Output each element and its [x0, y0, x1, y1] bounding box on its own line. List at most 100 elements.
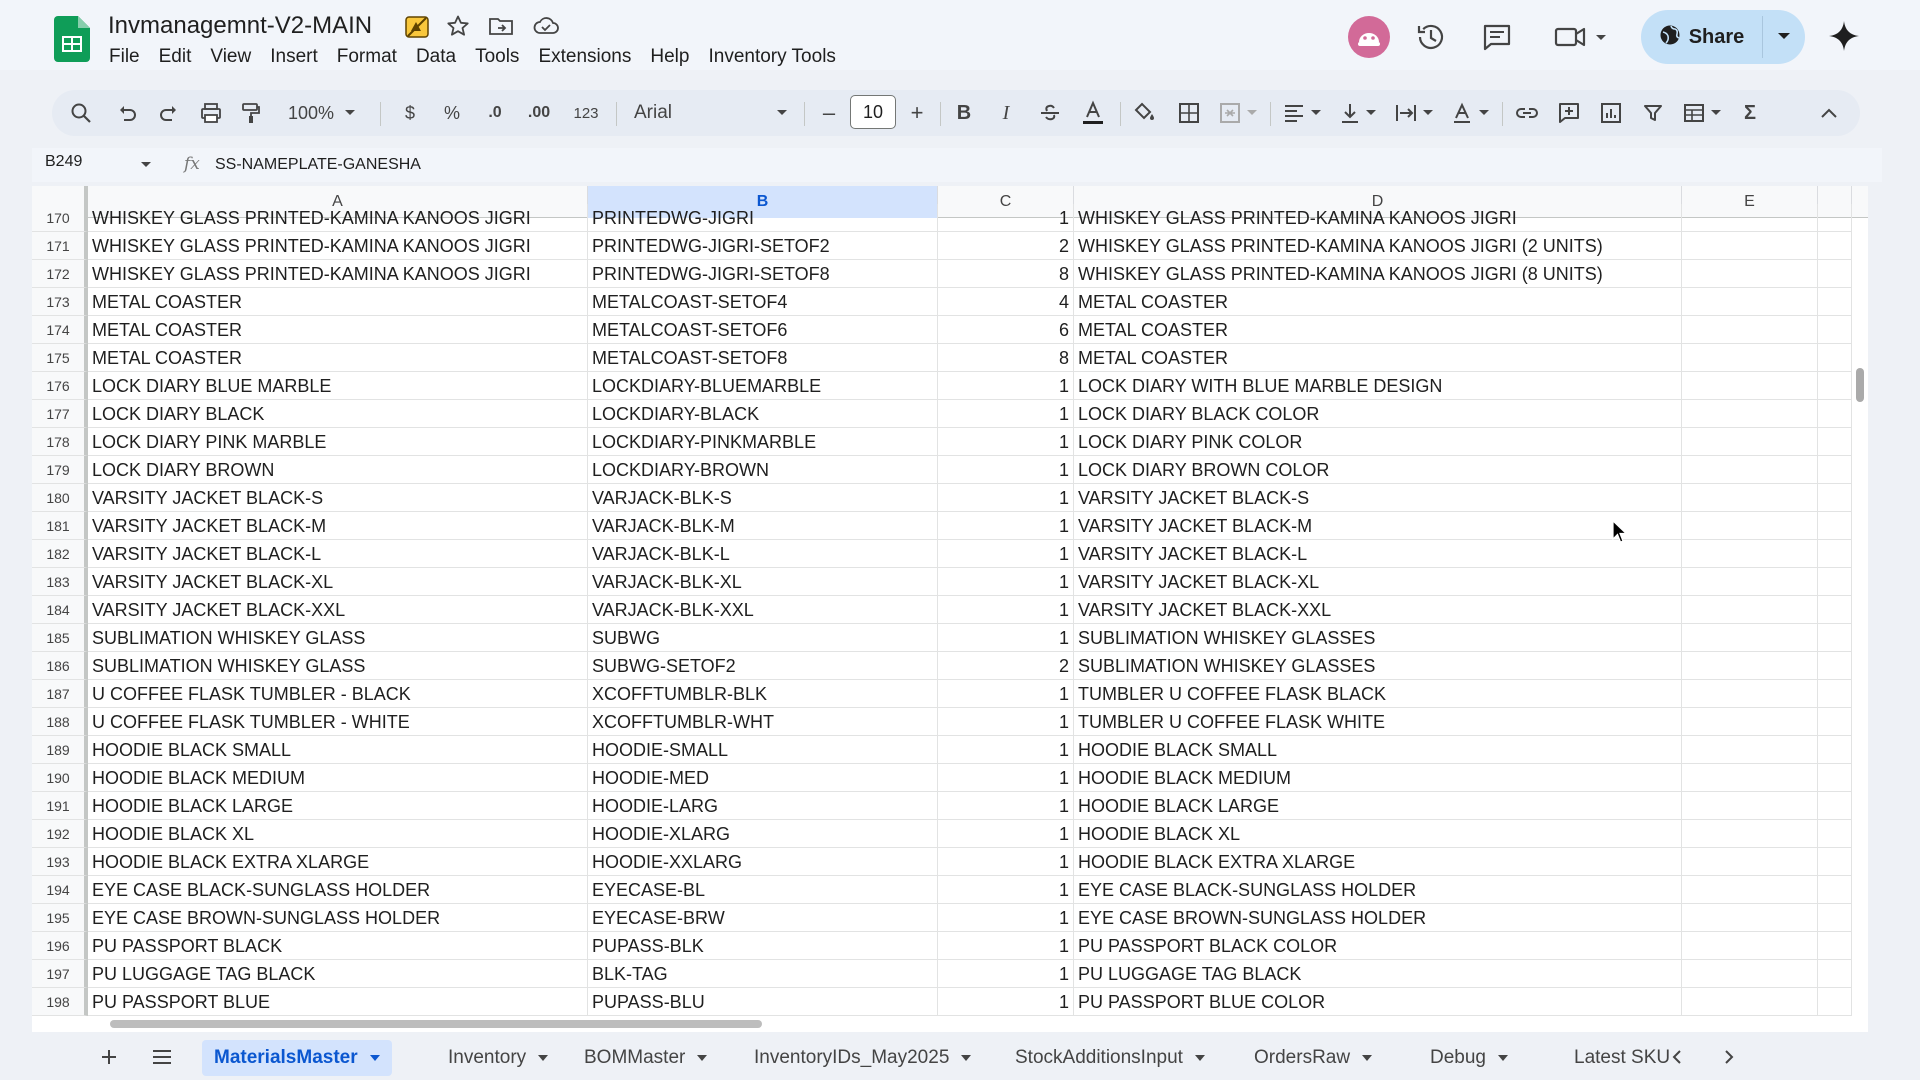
cell-e[interactable]	[1682, 680, 1818, 708]
cell-a[interactable]: PU PASSPORT BLUE	[88, 988, 588, 1016]
cell-e[interactable]	[1682, 792, 1818, 820]
cell-f[interactable]	[1818, 624, 1852, 652]
row-number[interactable]: 180	[32, 484, 88, 512]
cell-e[interactable]	[1682, 260, 1818, 288]
cell-e[interactable]	[1682, 988, 1818, 1016]
cell-e[interactable]	[1682, 848, 1818, 876]
cell-e[interactable]	[1682, 568, 1818, 596]
cell-e[interactable]	[1682, 876, 1818, 904]
horizontal-align-button[interactable]	[1280, 90, 1324, 136]
print-button[interactable]	[196, 90, 226, 136]
cell-b[interactable]: HOODIE-XLARG	[588, 820, 938, 848]
cell-f[interactable]	[1818, 372, 1852, 400]
name-box[interactable]: B249	[45, 153, 82, 171]
cell-f[interactable]	[1818, 316, 1852, 344]
row-number[interactable]: 182	[32, 540, 88, 568]
cell-f[interactable]	[1818, 456, 1852, 484]
cell-b[interactable]: LOCKDIARY-BROWN	[588, 456, 938, 484]
star-icon[interactable]	[446, 14, 472, 40]
cell-d[interactable]: WHISKEY GLASS PRINTED-KAMINA KANOOS JIGR…	[1074, 260, 1682, 288]
chevron-down-icon[interactable]	[369, 1055, 380, 1061]
cell-a[interactable]: LOCK DIARY BROWN	[88, 456, 588, 484]
cell-d[interactable]: PU PASSPORT BLACK COLOR	[1074, 932, 1682, 960]
scroll-tabs-left-button[interactable]	[1662, 1044, 1692, 1074]
cell-e[interactable]	[1682, 904, 1818, 932]
cloud-status-icon[interactable]	[532, 14, 559, 40]
menu-file[interactable]: File	[109, 46, 150, 70]
comments-icon[interactable]	[1480, 20, 1514, 54]
font-size-input[interactable]: 10	[850, 95, 896, 129]
paint-format-button[interactable]	[236, 90, 266, 136]
row-number[interactable]: 184	[32, 596, 88, 624]
cell-f[interactable]	[1818, 400, 1852, 428]
sheet-tab[interactable]: Debug	[1418, 1040, 1520, 1076]
cell-d[interactable]: VARSITY JACKET BLACK-XXL	[1074, 596, 1682, 624]
cell-c[interactable]: 1	[938, 596, 1074, 624]
menu-data[interactable]: Data	[416, 46, 466, 70]
cell-c[interactable]: 1	[938, 876, 1074, 904]
cell-d[interactable]: EYE CASE BLACK-SUNGLASS HOLDER	[1074, 876, 1682, 904]
cell-f[interactable]	[1818, 596, 1852, 624]
cell-c[interactable]: 1	[938, 512, 1074, 540]
row-number[interactable]: 173	[32, 288, 88, 316]
increase-decimal-button[interactable]: .00	[522, 90, 556, 136]
cell-b[interactable]: PRINTEDWG-JIGRI-SETOF2	[588, 232, 938, 260]
cell-f[interactable]	[1818, 708, 1852, 736]
cell-a[interactable]: EYE CASE BLACK-SUNGLASS HOLDER	[88, 876, 588, 904]
cell-c[interactable]: 1	[938, 680, 1074, 708]
cell-f[interactable]	[1818, 792, 1852, 820]
cell-a[interactable]: LOCK DIARY BLUE MARBLE	[88, 372, 588, 400]
horizontal-scrollbar[interactable]	[32, 1016, 1868, 1032]
cell-e[interactable]	[1682, 736, 1818, 764]
cell-b[interactable]: METALCOAST-SETOF4	[588, 288, 938, 316]
fill-color-button[interactable]	[1130, 90, 1160, 136]
row-number[interactable]: 188	[32, 708, 88, 736]
increase-font-size-button[interactable]: +	[904, 90, 930, 136]
text-wrapping-button[interactable]	[1392, 90, 1436, 136]
cell-b[interactable]: HOODIE-SMALL	[588, 736, 938, 764]
menu-insert[interactable]: Insert	[270, 46, 328, 70]
italic-button[interactable]: I	[992, 90, 1020, 136]
cell-c[interactable]: 1	[938, 484, 1074, 512]
menu-inventory-tools[interactable]: Inventory Tools	[708, 46, 845, 70]
menu-view[interactable]: View	[210, 46, 261, 70]
cell-d[interactable]: SUBLIMATION WHISKEY GLASSES	[1074, 624, 1682, 652]
cell-b[interactable]: PUPASS-BLU	[588, 988, 938, 1016]
scroll-tabs-right-button[interactable]	[1714, 1044, 1744, 1074]
cell-f[interactable]	[1818, 932, 1852, 960]
cell-d[interactable]: SUBLIMATION WHISKEY GLASSES	[1074, 652, 1682, 680]
row-number[interactable]: 193	[32, 848, 88, 876]
cell-e[interactable]	[1682, 932, 1818, 960]
cell-d[interactable]: TUMBLER U COFFEE FLASK BLACK	[1074, 680, 1682, 708]
cell-b[interactable]: BLK-TAG	[588, 960, 938, 988]
row-number[interactable]: 192	[32, 820, 88, 848]
menu-format[interactable]: Format	[337, 46, 407, 70]
cell-f[interactable]	[1818, 652, 1852, 680]
cell-c[interactable]: 4	[938, 288, 1074, 316]
row-number[interactable]: 171	[32, 232, 88, 260]
cell-e[interactable]	[1682, 288, 1818, 316]
row-number[interactable]: 191	[32, 792, 88, 820]
cell-e[interactable]	[1682, 316, 1818, 344]
cell-b[interactable]: XCOFFTUMBLR-BLK	[588, 680, 938, 708]
decrease-font-size-button[interactable]: –	[816, 90, 842, 136]
cell-a[interactable]: WHISKEY GLASS PRINTED-KAMINA KANOOS JIGR…	[88, 260, 588, 288]
cell-f[interactable]	[1818, 540, 1852, 568]
cell-b[interactable]: LOCKDIARY-PINKMARBLE	[588, 428, 938, 456]
cell-a[interactable]: U COFFEE FLASK TUMBLER - BLACK	[88, 680, 588, 708]
cell-b[interactable]: LOCKDIARY-BLUEMARBLE	[588, 372, 938, 400]
format-percent-button[interactable]: %	[438, 90, 466, 136]
cell-d[interactable]: LOCK DIARY PINK COLOR	[1074, 428, 1682, 456]
cell-a[interactable]: METAL COASTER	[88, 316, 588, 344]
cell-d[interactable]: METAL COASTER	[1074, 288, 1682, 316]
cell-a[interactable]: PU PASSPORT BLACK	[88, 932, 588, 960]
share-button[interactable]: Share	[1641, 10, 1762, 64]
cell-a[interactable]: METAL COASTER	[88, 288, 588, 316]
cell-e[interactable]	[1682, 764, 1818, 792]
cell-c[interactable]: 1	[938, 736, 1074, 764]
menu-tools[interactable]: Tools	[475, 46, 529, 70]
cell-a[interactable]: HOODIE BLACK XL	[88, 820, 588, 848]
cell-a[interactable]: VARSITY JACKET BLACK-S	[88, 484, 588, 512]
cell-e[interactable]	[1682, 428, 1818, 456]
cell-e[interactable]	[1682, 512, 1818, 540]
